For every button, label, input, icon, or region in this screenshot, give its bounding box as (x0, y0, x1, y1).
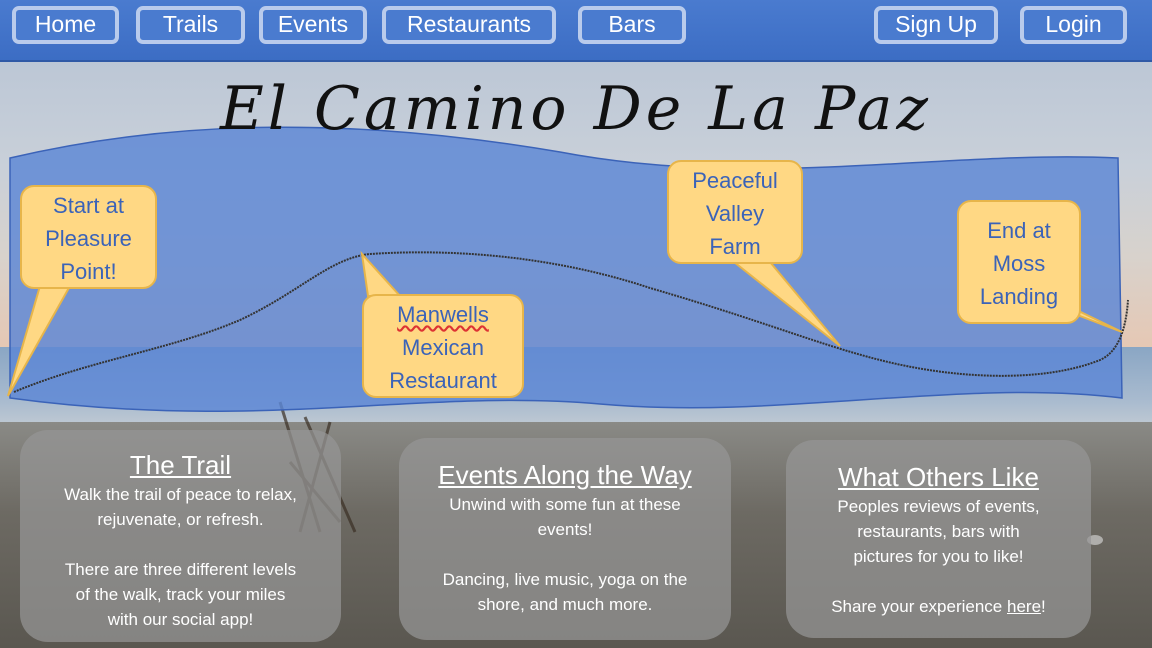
card-text-line: events! (537, 520, 593, 539)
nav-events-button[interactable]: Events (259, 6, 367, 44)
callout-manwells-restaurant[interactable]: Manwells Mexican Restaurant (362, 294, 524, 398)
card-what-others-like[interactable]: What Others Like Peoples reviews of even… (786, 440, 1091, 638)
card-text-line: Peoples reviews of events, (837, 497, 1040, 516)
callout-line: Start at (53, 193, 124, 218)
card-text-line: Unwind with some fun at these (449, 495, 681, 514)
callout-line: Restaurant (389, 368, 497, 393)
nav-login-button[interactable]: Login (1020, 6, 1127, 44)
nav-signup-button[interactable]: Sign Up (874, 6, 998, 44)
share-text: Share your experience (831, 597, 1007, 616)
nav-home-button[interactable]: Home (12, 6, 119, 44)
card-text-line: of the walk, track your miles (75, 585, 286, 604)
callout-line: Peaceful (692, 168, 778, 193)
card-text-line: Walk the trail of peace to relax, (64, 485, 297, 504)
callout-line: Mexican (402, 335, 484, 360)
share-suffix: ! (1041, 597, 1046, 616)
card-text-line: Dancing, live music, yoga on the (442, 570, 688, 589)
card-text-line: rejuvenate, or refresh. (97, 510, 264, 529)
callout-line: End at (987, 218, 1051, 243)
callout-line: Moss (992, 251, 1046, 276)
card-text-line: restaurants, bars with (857, 522, 1020, 541)
callout-line: Pleasure (45, 226, 132, 251)
nav-trails-button[interactable]: Trails (136, 6, 245, 44)
callout-line: Manwells (397, 302, 489, 327)
share-here-link[interactable]: here (1007, 597, 1041, 616)
card-events-along-the-way[interactable]: Events Along the Way Unwind with some fu… (399, 438, 731, 640)
card-title[interactable]: What Others Like (786, 462, 1091, 492)
callout-start-pleasure-point[interactable]: Start at Pleasure Point! (20, 185, 157, 289)
card-text-line: There are three different levels (64, 560, 297, 579)
top-navbar: Home Trails Events Restaurants Bars Sign… (0, 0, 1152, 62)
callout-line: Point! (60, 259, 117, 284)
card-text-line: pictures for you to like! (853, 547, 1024, 566)
card-text-line: with our social app! (107, 610, 254, 629)
nav-bars-button[interactable]: Bars (578, 6, 686, 44)
card-the-trail[interactable]: The Trail Walk the trail of peace to rel… (20, 430, 341, 642)
nav-restaurants-button[interactable]: Restaurants (382, 6, 556, 44)
card-title[interactable]: Events Along the Way (399, 460, 731, 490)
callout-peaceful-valley-farm[interactable]: Peaceful Valley Farm (667, 160, 803, 264)
card-text-line: shore, and much more. (477, 595, 653, 614)
callout-line: Landing (979, 284, 1059, 309)
callout-end-moss-landing[interactable]: End at Moss Landing (957, 200, 1081, 324)
callout-line: Farm (709, 234, 761, 259)
card-title[interactable]: The Trail (20, 450, 341, 480)
callout-line: Valley (705, 201, 765, 226)
